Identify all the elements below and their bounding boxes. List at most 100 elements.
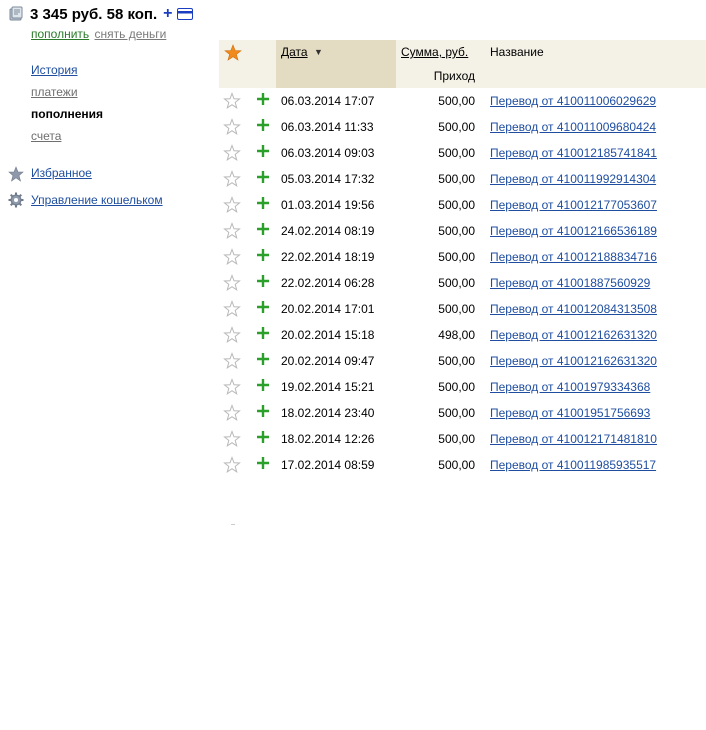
topup-link[interactable]: пополнить [31,27,89,41]
row-name-link[interactable]: Перевод от 41001951756693 [490,406,650,420]
row-date: 22.02.2014 18:19 [281,250,375,264]
income-plus-icon [257,327,269,339]
income-plus-icon [257,171,269,183]
table-row: 19.02.2014 15:21 500,00 Перевод от 4100197… [219,374,706,400]
header-star-icon[interactable] [224,44,242,62]
row-amount: 500,00 [438,172,475,186]
row-name-link[interactable]: Перевод от 410011006029629 [490,94,656,108]
row-amount: 500,00 [438,224,475,238]
favorite-star-icon[interactable] [223,378,241,396]
income-plus-icon [257,145,269,157]
row-name-link[interactable]: Перевод от 410012177053607 [490,198,657,212]
withdraw-link[interactable]: снять деньги [95,27,167,41]
balance-quick-links: пополнить снять деньги [31,27,166,41]
income-plus-icon [257,457,269,469]
table-row: 18.02.2014 23:40 500,00 Перевод от 4100195… [219,400,706,426]
table-row: 06.03.2014 09:03 500,00 Перевод от 4100121… [219,140,706,166]
favorite-star-icon[interactable] [223,430,241,448]
row-date: 06.03.2014 11:33 [281,120,374,134]
table-end-marker [231,524,235,525]
table-row: 05.03.2014 17:32 500,00 Перевод от 4100119… [219,166,706,192]
favorite-star-icon[interactable] [223,118,241,136]
row-name-link[interactable]: Перевод от 410012084313508 [490,302,657,316]
sidebar-item-payments[interactable]: платежи [31,85,78,99]
favorite-star-icon[interactable] [223,300,241,318]
sidebar-item-favorites[interactable]: Избранное [31,166,92,180]
bank-card-icon[interactable] [176,8,193,20]
row-amount: 500,00 [438,198,475,212]
transactions-table: Дата ▼ Сумма, руб. Приход Название 06.03… [219,40,706,525]
table-row: 22.02.2014 06:28 500,00 Перевод от 4100188… [219,270,706,296]
table-row: 06.03.2014 11:33 500,00 Перевод от 4100110… [219,114,706,140]
favorite-star-icon[interactable] [223,274,241,292]
income-plus-icon [257,431,269,443]
table-row: 01.03.2014 19:56 500,00 Перевод от 4100121… [219,192,706,218]
sort-descending-icon: ▼ [314,47,323,57]
row-amount: 500,00 [438,276,475,290]
row-name-link[interactable]: Перевод от 410011009680424 [490,120,656,134]
row-amount: 500,00 [438,458,475,472]
income-plus-icon [257,93,269,105]
favorite-star-icon[interactable] [223,352,241,370]
row-name-link[interactable]: Перевод от 41001887560929 [490,276,650,290]
column-header-name: Название [490,45,544,59]
table-row: 22.02.2014 18:19 500,00 Перевод от 4100121… [219,244,706,270]
row-date: 20.02.2014 15:18 [281,328,375,342]
row-date: 01.03.2014 19:56 [281,198,375,212]
row-date: 18.02.2014 12:26 [281,432,375,446]
table-row: 24.02.2014 08:19 500,00 Перевод от 4100121… [219,218,706,244]
income-plus-icon [257,353,269,365]
table-row: 20.02.2014 17:01 500,00 Перевод от 4100120… [219,296,706,322]
favorite-star-icon[interactable] [223,92,241,110]
favorite-star-icon[interactable] [223,222,241,240]
row-name-link[interactable]: Перевод от 410012162631320 [490,354,657,368]
favorites-star-icon [8,166,24,182]
favorite-star-icon[interactable] [223,144,241,162]
table-row: 17.02.2014 08:59 500,00 Перевод от 4100119… [219,452,706,478]
row-amount: 500,00 [438,354,475,368]
sidebar-item-invoices[interactable]: счета [31,129,61,143]
row-date: 20.02.2014 17:01 [281,302,375,316]
row-amount: 500,00 [438,94,475,108]
row-name-link[interactable]: Перевод от 410012166536189 [490,224,657,238]
row-amount: 500,00 [438,406,475,420]
row-amount: 500,00 [438,120,475,134]
column-subheader-income: Приход [433,69,475,83]
gear-icon [8,192,24,208]
row-date: 17.02.2014 08:59 [281,458,375,472]
favorite-star-icon[interactable] [223,170,241,188]
row-amount: 500,00 [438,432,475,446]
favorite-star-icon[interactable] [223,196,241,214]
table-header: Дата ▼ Сумма, руб. Приход Название [219,40,706,88]
row-name-link[interactable]: Перевод от 410012162631320 [490,328,657,342]
income-plus-icon [257,405,269,417]
row-name-link[interactable]: Перевод от 410012185741841 [490,146,657,160]
sidebar-item-topups: пополнения [31,107,104,121]
column-header-sum[interactable]: Сумма, руб. [401,45,468,59]
row-date: 20.02.2014 09:47 [281,354,375,368]
column-header-date[interactable]: Дата [281,45,308,59]
income-plus-icon [257,249,269,261]
row-amount: 498,00 [438,328,475,342]
row-name-link[interactable]: Перевод от 410012171481810 [490,432,657,446]
balance-header: 3 345 руб. 58 коп. + [8,4,193,24]
row-amount: 500,00 [438,302,475,316]
row-name-link[interactable]: Перевод от 410011985935517 [490,458,656,472]
table-row: 06.03.2014 17:07 500,00 Перевод от 4100110… [219,88,706,114]
favorite-star-icon[interactable] [223,326,241,344]
favorite-star-icon[interactable] [223,248,241,266]
favorite-star-icon[interactable] [223,404,241,422]
row-date: 22.02.2014 06:28 [281,276,375,290]
row-name-link[interactable]: Перевод от 410011992914304 [490,172,656,186]
sidebar-item-wallet-settings[interactable]: Управление кошельком [31,193,163,207]
table-row: 18.02.2014 12:26 500,00 Перевод от 4100121… [219,426,706,452]
row-date: 24.02.2014 08:19 [281,224,375,238]
row-name-link[interactable]: Перевод от 41001979334368 [490,380,650,394]
row-name-link[interactable]: Перевод от 410012188834716 [490,250,657,264]
income-plus-icon [257,275,269,287]
sidebar-item-history[interactable]: История [31,63,78,77]
income-plus-icon [257,119,269,131]
row-date: 05.03.2014 17:32 [281,172,375,186]
add-funds-button[interactable]: + [163,6,172,22]
favorite-star-icon[interactable] [223,456,241,474]
